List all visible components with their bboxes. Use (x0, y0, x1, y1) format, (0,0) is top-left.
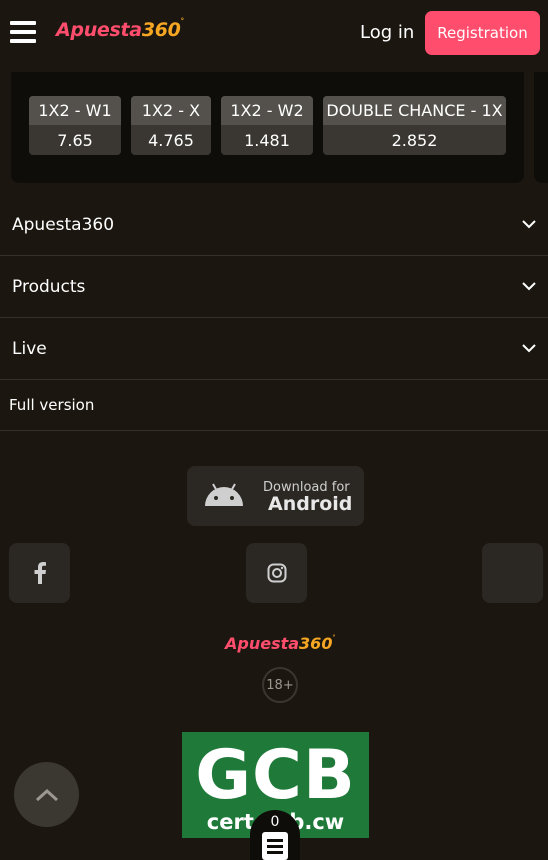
scroll-to-top-button[interactable] (14, 762, 79, 827)
logo-mark: ° (180, 17, 185, 25)
odd-value: 4.765 (148, 130, 194, 150)
logo-text-part2: 360 (141, 19, 181, 41)
full-version-label: Full version (9, 396, 95, 414)
logo-text-part1: Apuesta (225, 634, 300, 653)
logo-mark: ° (332, 634, 336, 641)
footer-logo: Apuesta360° (225, 634, 335, 653)
odd-value: 7.65 (57, 130, 93, 150)
menu-icon[interactable] (10, 21, 36, 43)
registration-button[interactable]: Registration (425, 11, 540, 55)
accordion-products[interactable]: Products (0, 256, 548, 318)
chevron-down-icon (522, 344, 536, 353)
logo[interactable]: Apuesta360° (56, 17, 185, 41)
accordion-apuesta360[interactable]: Apuesta360 (0, 194, 548, 256)
download-android-button[interactable]: Download for Android (187, 466, 364, 526)
odd-value: 1.481 (244, 130, 290, 150)
gcb-title: GCB (195, 736, 356, 815)
odd-button-x[interactable]: 1X2 - X 4.765 (131, 96, 211, 155)
chevron-down-icon (522, 220, 536, 229)
full-version-link[interactable]: Full version (0, 380, 548, 431)
betslip-count: 0 (270, 814, 280, 830)
odd-button-w1[interactable]: 1X2 - W1 7.65 (29, 96, 121, 155)
header: Apuesta360° Log in Registration (0, 0, 548, 66)
android-icon (205, 483, 243, 506)
odd-button-w2[interactable]: 1X2 - W2 1.481 (221, 96, 313, 155)
accordion-label: Apuesta360 (12, 214, 115, 235)
chevron-up-icon (35, 788, 58, 801)
event-odds-card: 1X2 - W1 7.65 1X2 - X 4.765 1X2 - W2 1.4… (11, 72, 524, 183)
odd-label: 1X2 - W2 (221, 96, 313, 125)
odd-button-double-chance-1x[interactable]: DOUBLE CHANCE - 1X 2.852 (323, 96, 506, 155)
accordion-label: Live (12, 338, 47, 359)
facebook-icon (34, 562, 46, 584)
instagram-icon (267, 563, 286, 583)
login-button[interactable]: Log in (360, 22, 414, 43)
odd-label: 1X2 - W1 (29, 96, 121, 125)
social-button[interactable] (482, 543, 543, 603)
accordion-label: Products (12, 276, 86, 297)
android-big-label: Android (268, 493, 353, 515)
odd-value: 2.852 (391, 130, 438, 150)
logo-text-part2: 360 (299, 634, 333, 653)
odd-label: 1X2 - X (131, 96, 211, 125)
betslip-icon (262, 832, 288, 860)
chevron-down-icon (522, 282, 536, 291)
next-event-card[interactable] (534, 72, 548, 183)
betslip-button[interactable]: 0 (250, 810, 300, 860)
instagram-button[interactable] (246, 543, 307, 603)
odd-label: DOUBLE CHANCE - 1X (323, 96, 506, 125)
accordion-live[interactable]: Live (0, 318, 548, 380)
logo-text-part1: Apuesta (56, 19, 142, 41)
facebook-button[interactable] (9, 543, 70, 603)
age-restriction-badge: 18+ (262, 667, 298, 703)
